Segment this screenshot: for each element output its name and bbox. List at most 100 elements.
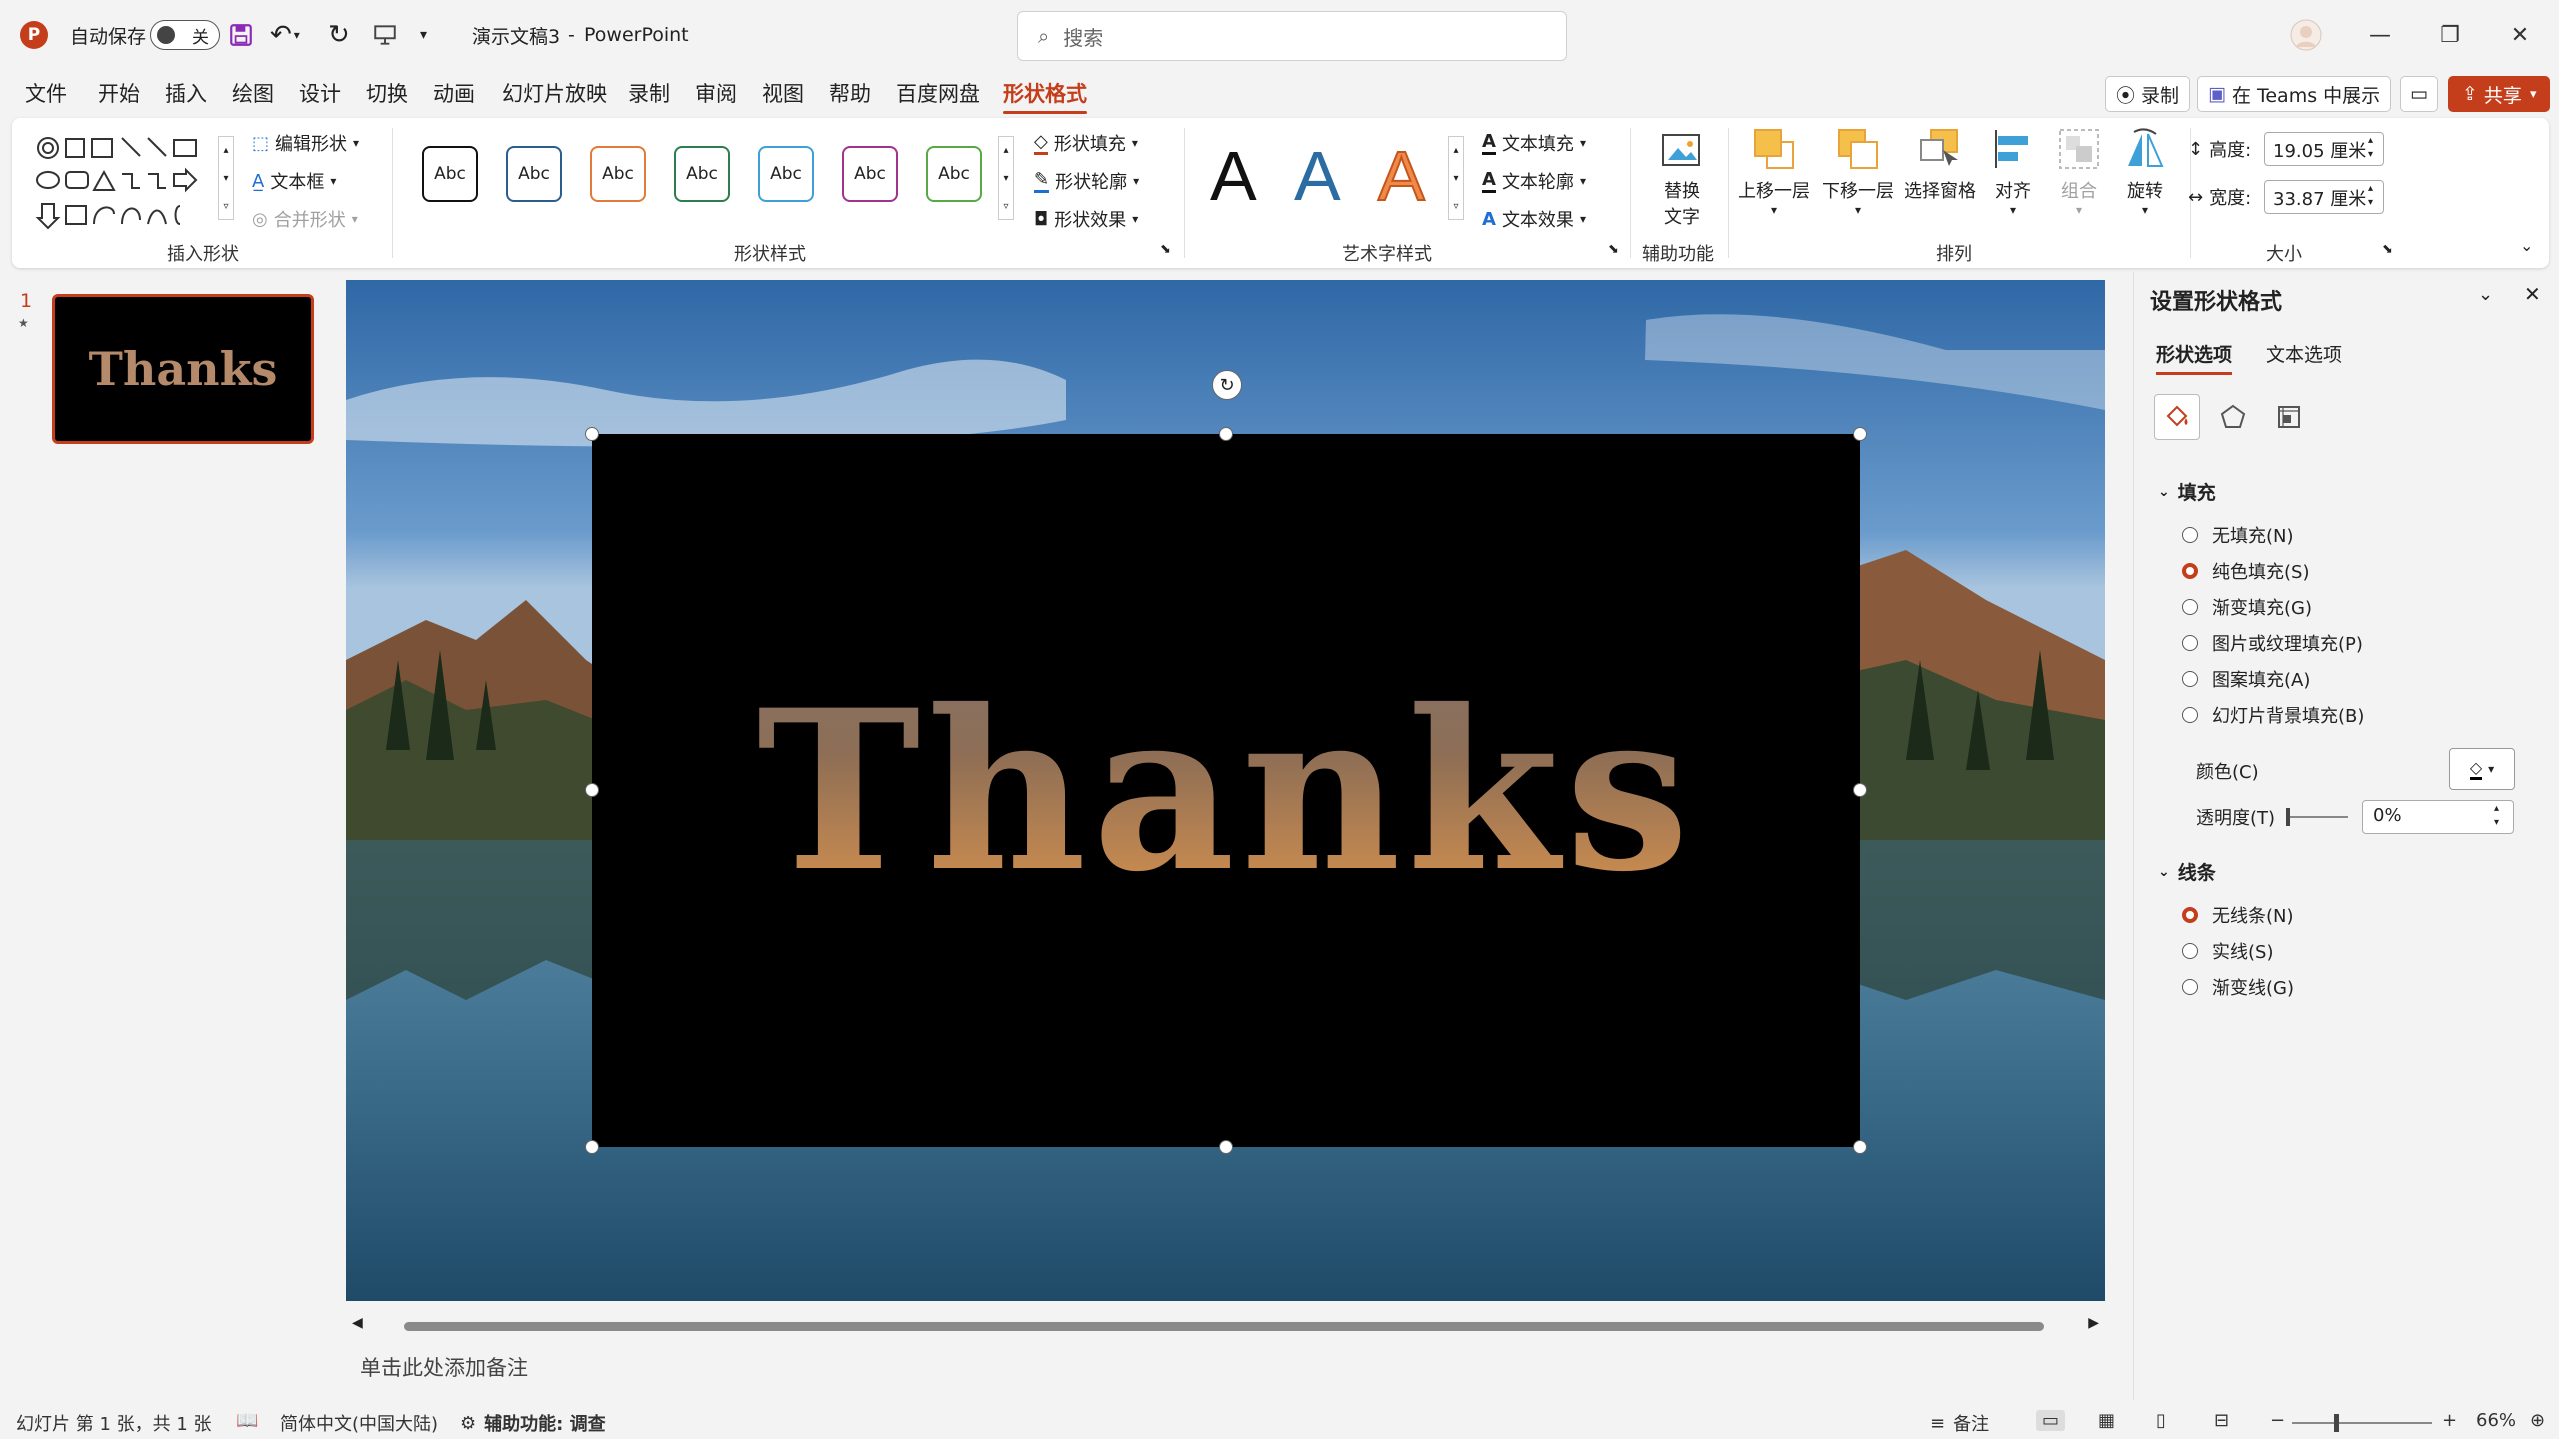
fill-line-icon[interactable]: [2154, 394, 2200, 440]
height-spinner[interactable]: ▴ ▾: [2368, 134, 2373, 162]
shape-style-4[interactable]: Abc: [674, 146, 730, 202]
pane-options-chevron-icon[interactable]: ⌄: [2478, 284, 2493, 305]
line-option-gradient[interactable]: 渐变线(G): [2182, 974, 2294, 1000]
slide-canvas[interactable]: Thanks ↻: [346, 280, 2105, 1301]
transparency-slider[interactable]: [2286, 808, 2348, 826]
resize-handle-bottom-left[interactable]: [585, 1140, 599, 1154]
fill-option-solid[interactable]: 纯色填充(S): [2182, 558, 2309, 584]
shape-style-7[interactable]: Abc: [926, 146, 982, 202]
shapes-gallery[interactable]: [32, 134, 232, 234]
tab-help[interactable]: 帮助: [829, 78, 871, 108]
tab-design[interactable]: 设计: [299, 78, 341, 108]
zoom-in-icon[interactable]: +: [2442, 1410, 2457, 1431]
scroll-left-icon[interactable]: ◀: [352, 1315, 363, 1331]
tab-transitions[interactable]: 切换: [366, 78, 408, 108]
notes-placeholder[interactable]: 单击此处添加备注: [360, 1352, 528, 1382]
present-in-teams-button[interactable]: ▣ 在 Teams 中展示: [2197, 76, 2392, 112]
resize-handle-top-left[interactable]: [585, 427, 599, 441]
rotate-handle-icon[interactable]: ↻: [1212, 370, 1242, 400]
align-button[interactable]: 对齐 ▾: [1976, 126, 2050, 217]
notes-toggle[interactable]: ≡ 备注: [1930, 1410, 1989, 1436]
restore-icon[interactable]: ❐: [2415, 0, 2485, 70]
zoom-level[interactable]: 66%: [2476, 1410, 2516, 1431]
text-effects-button[interactable]: A 文本效果 ▾: [1482, 206, 1586, 232]
presentation-icon[interactable]: [372, 0, 398, 70]
minimize-icon[interactable]: —: [2345, 0, 2415, 70]
resize-handle-bottom[interactable]: [1219, 1140, 1233, 1154]
text-outline-button[interactable]: A 文本轮廓 ▾: [1482, 168, 1586, 194]
accessibility-status[interactable]: ⚙ 辅助功能: 调查: [460, 1410, 606, 1436]
comments-icon[interactable]: ▭: [2400, 76, 2438, 112]
pane-close-icon[interactable]: ✕: [2524, 282, 2541, 306]
shape-fill-button[interactable]: ◇ 形状填充 ▾: [1034, 130, 1138, 156]
zoom-slider[interactable]: [2292, 1414, 2432, 1432]
resize-handle-top-right[interactable]: [1853, 427, 1867, 441]
send-backward-button[interactable]: 下移一层 ▾: [1812, 126, 1904, 217]
size-dialog-launcher-icon[interactable]: ⬊: [2382, 242, 2393, 257]
shape-styles-dialog-launcher-icon[interactable]: ⬊: [1160, 242, 1171, 257]
selection-pane-button[interactable]: 选择窗格: [1894, 126, 1986, 203]
tab-slideshow[interactable]: 幻灯片放映: [502, 78, 607, 108]
search-input[interactable]: ⌕ 搜索: [1017, 11, 1567, 61]
slide-thumbnail[interactable]: Thanks: [52, 294, 314, 444]
customize-toolbar-icon[interactable]: ▾: [420, 0, 427, 70]
size-properties-icon[interactable]: [2266, 394, 2312, 440]
effects-pentagon-icon[interactable]: [2210, 394, 2256, 440]
shape-style-6[interactable]: Abc: [842, 146, 898, 202]
slideshow-icon[interactable]: ⊟: [2214, 1410, 2229, 1431]
shapes-gallery-scroll[interactable]: ▴ ▾ ▿: [218, 136, 234, 220]
shape-style-3[interactable]: Abc: [590, 146, 646, 202]
selected-rectangle-shape[interactable]: Thanks: [592, 434, 1860, 1147]
slide-sorter-icon[interactable]: ▦: [2098, 1410, 2115, 1431]
tab-home[interactable]: 开始: [98, 78, 140, 108]
resize-handle-left[interactable]: [585, 783, 599, 797]
fill-option-slide-background[interactable]: 幻灯片背景填充(B): [2182, 702, 2364, 728]
fill-option-none[interactable]: 无填充(N): [2182, 522, 2294, 548]
redo-icon[interactable]: ↻: [328, 0, 350, 70]
spellcheck-icon[interactable]: 📖: [236, 1410, 258, 1431]
resize-handle-top[interactable]: [1219, 427, 1233, 441]
reading-view-icon[interactable]: ▯: [2156, 1410, 2166, 1431]
tab-shape-options[interactable]: 形状选项: [2156, 340, 2233, 375]
wordart-style-orange[interactable]: A: [1377, 136, 1426, 216]
shape-effects-button[interactable]: ◘ 形状效果 ▾: [1034, 206, 1138, 232]
wordart-style-blue[interactable]: A: [1294, 136, 1341, 216]
tab-shape-format[interactable]: 形状格式: [1003, 78, 1087, 114]
scroll-right-icon[interactable]: ▶: [2088, 1315, 2099, 1331]
width-spinner[interactable]: ▴ ▾: [2368, 182, 2373, 210]
avatar[interactable]: [2290, 0, 2322, 70]
width-input[interactable]: 33.87 厘米: [2264, 180, 2384, 214]
line-option-none[interactable]: 无线条(N): [2182, 902, 2294, 928]
fill-option-pattern[interactable]: 图案填充(A): [2182, 666, 2310, 692]
transparency-input[interactable]: 0%: [2362, 800, 2514, 834]
collapse-ribbon-icon[interactable]: ⌄: [2520, 236, 2533, 255]
rotate-button[interactable]: 旋转 ▾: [2108, 126, 2182, 217]
alt-text-button[interactable]: 替换 文字: [1644, 132, 1720, 229]
thanks-text[interactable]: Thanks: [592, 434, 1860, 1147]
wordart-style-black[interactable]: A: [1210, 136, 1257, 216]
fill-option-gradient[interactable]: 渐变填充(G): [2182, 594, 2312, 620]
language-status[interactable]: 简体中文(中国大陆): [280, 1410, 438, 1436]
save-icon[interactable]: [228, 0, 254, 70]
autosave-toggle[interactable]: 关: [150, 0, 220, 70]
fit-to-window-icon[interactable]: ⊕: [2530, 1410, 2545, 1431]
tab-file[interactable]: 文件: [25, 78, 67, 108]
fill-option-picture-texture[interactable]: 图片或纹理填充(P): [2182, 630, 2363, 656]
shape-style-1[interactable]: Abc: [422, 146, 478, 202]
record-button[interactable]: ⦿ 录制: [2105, 76, 2191, 112]
line-section-header[interactable]: ⌄ 线条: [2158, 858, 2216, 885]
tab-insert[interactable]: 插入: [165, 78, 207, 108]
text-box-button[interactable]: A̲ 文本框 ▾: [252, 168, 336, 194]
fill-color-picker[interactable]: ◇ ▾: [2449, 748, 2515, 790]
normal-view-icon[interactable]: ▭: [2036, 1410, 2066, 1431]
shape-outline-button[interactable]: ✎ 形状轮廓 ▾: [1034, 168, 1139, 194]
wordart-gallery-scroll[interactable]: ▴ ▾ ▿: [1448, 136, 1464, 220]
line-option-solid[interactable]: 实线(S): [2182, 938, 2273, 964]
height-input[interactable]: 19.05 厘米: [2264, 132, 2384, 166]
horizontal-scrollbar[interactable]: ◀ ▶: [346, 1315, 2105, 1337]
shape-style-2[interactable]: Abc: [506, 146, 562, 202]
edit-shape-button[interactable]: ⬚ 编辑形状 ▾: [252, 130, 359, 156]
tab-review[interactable]: 审阅: [695, 78, 737, 108]
bring-forward-button[interactable]: 上移一层 ▾: [1728, 126, 1820, 217]
tab-animations[interactable]: 动画: [433, 78, 475, 108]
